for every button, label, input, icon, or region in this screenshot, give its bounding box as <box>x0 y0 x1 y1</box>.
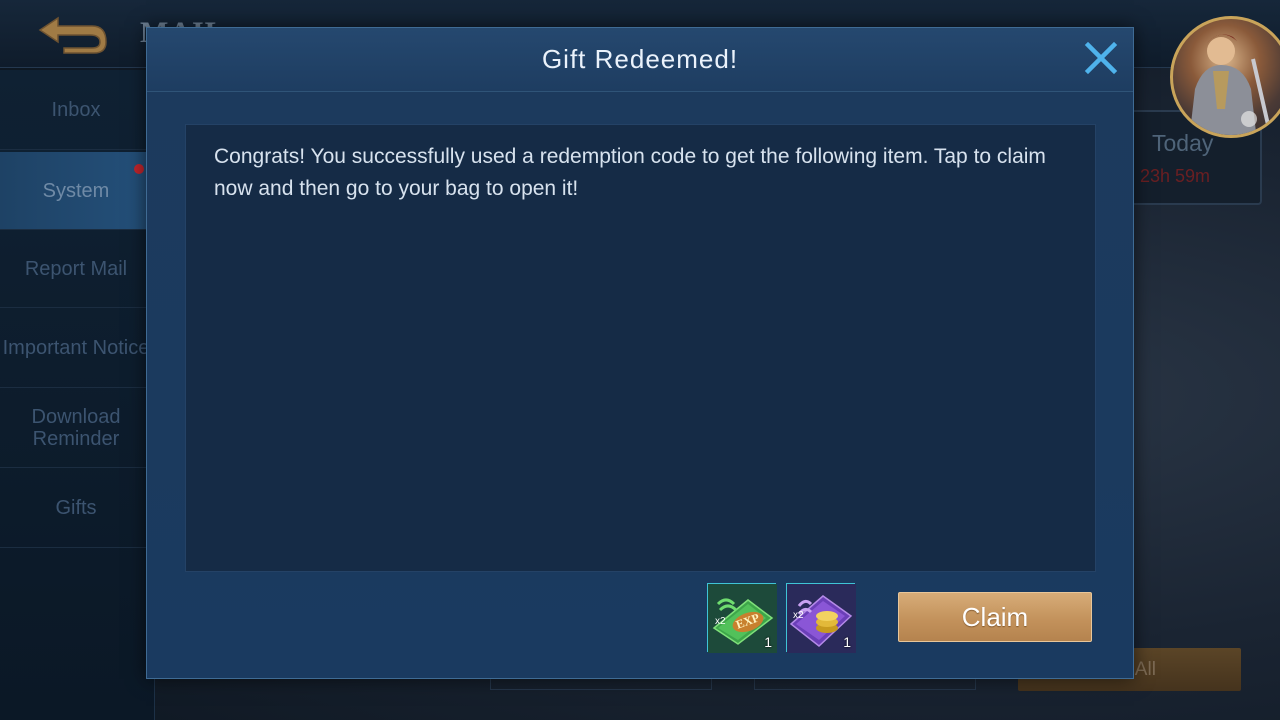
hero-portrait-icon <box>1189 34 1271 135</box>
mail-date-label: Today <box>1152 130 1214 156</box>
sidebar-item-label: Inbox <box>51 98 101 121</box>
player-avatar[interactable] <box>1170 16 1280 138</box>
sidebar-item-label: Important Notice <box>2 336 150 359</box>
reward-item-exp-card[interactable]: EXP x2 1 <box>707 583 777 653</box>
item-multiplier: x2 <box>793 610 804 621</box>
notification-dot <box>134 164 144 174</box>
dialog-title: Gift Redeemed! <box>541 44 739 74</box>
message-box: Congrats! You successfully used a redemp… <box>185 124 1096 572</box>
mail-sidebar: Inbox System Report Mail Important Notic… <box>0 70 155 720</box>
gift-redeemed-dialog: Gift Redeemed! Congrats! You successfull… <box>146 27 1134 679</box>
back-button[interactable] <box>34 12 114 56</box>
item-count: 1 <box>843 634 851 650</box>
close-button[interactable] <box>1083 40 1119 76</box>
claim-button-label: Claim <box>961 601 1029 632</box>
sidebar-item-important-notice[interactable]: Important Notice <box>0 308 152 388</box>
dialog-header: Gift Redeemed! <box>147 28 1133 92</box>
reward-item-gold-card[interactable]: x2 1 <box>786 583 856 653</box>
sidebar-item-inbox[interactable]: Inbox <box>0 70 152 150</box>
sidebar-item-download-reminder[interactable]: Download Reminder <box>0 388 152 468</box>
close-icon <box>1084 41 1118 75</box>
message-text: Congrats! You successfully used a redemp… <box>214 145 1046 200</box>
sidebar-item-gifts[interactable]: Gifts <box>0 468 152 548</box>
sidebar-item-label: Report Mail <box>24 257 128 280</box>
sidebar-item-label: Download Reminder <box>31 405 121 450</box>
sidebar-item-label: Gifts <box>55 496 97 519</box>
sidebar-item-report-mail[interactable]: Report Mail <box>0 230 152 308</box>
sidebar-item-system[interactable]: System <box>0 152 152 230</box>
item-count: 1 <box>764 634 772 650</box>
claim-button[interactable]: Claim <box>898 592 1092 642</box>
back-arrow-icon <box>38 16 107 54</box>
sidebar-item-label: System <box>42 179 110 202</box>
item-multiplier: x2 <box>715 616 726 627</box>
mail-timer: 23h 59m <box>1140 166 1211 186</box>
